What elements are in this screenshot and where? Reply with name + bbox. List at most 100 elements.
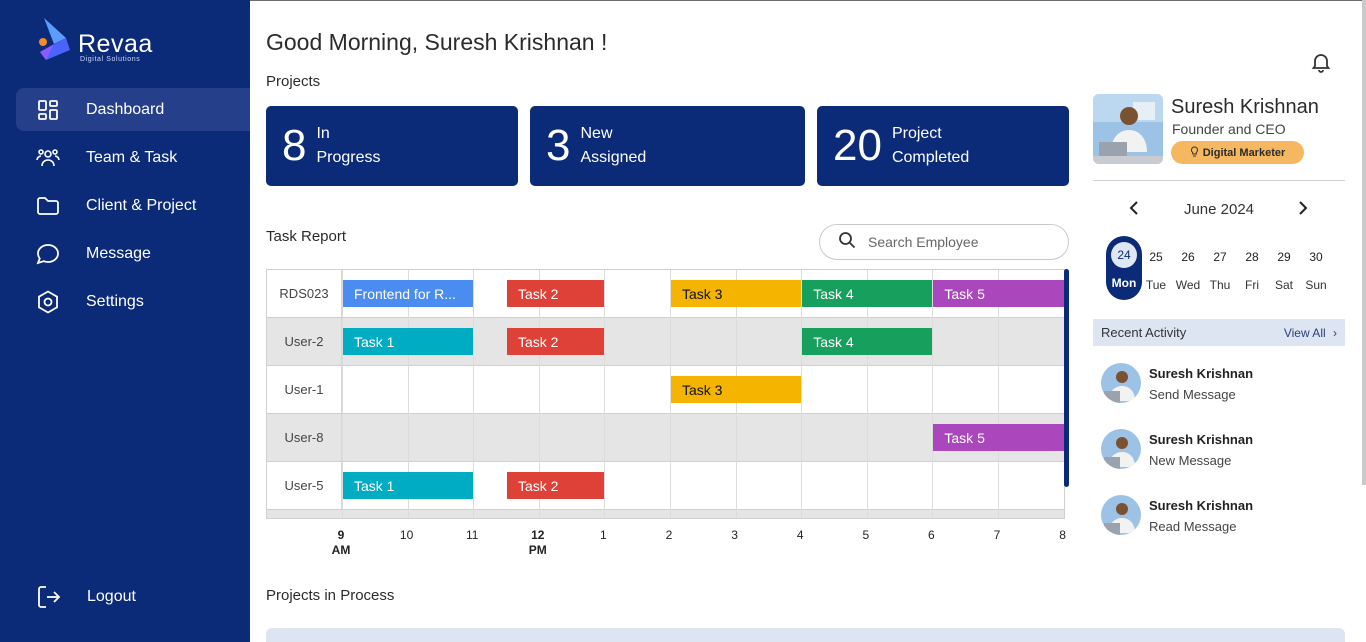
time-tick-meridiem: AM (331, 543, 351, 557)
search-input[interactable] (868, 234, 1058, 250)
task-bar[interactable]: Task 2 (507, 328, 605, 355)
calendar-day[interactable]: 27 Thu (1202, 236, 1238, 300)
time-tick-hour: 7 (993, 528, 1001, 542)
activity-user-name: Suresh Krishnan (1149, 498, 1254, 513)
task-bar[interactable]: Task 1 (343, 328, 474, 355)
team-icon (36, 146, 60, 170)
task-bar[interactable]: Task 5 (933, 424, 1064, 451)
task-bar[interactable]: Task 3 (671, 280, 802, 307)
gear-icon (36, 289, 60, 314)
task-bar[interactable]: Task 2 (507, 472, 605, 499)
sidebar-item-label: Message (86, 244, 151, 262)
stat-card-project-completed[interactable]: 20 Project Completed (817, 106, 1069, 186)
profile-divider (1093, 180, 1345, 181)
message-icon (36, 242, 60, 266)
view-all-link[interactable]: View All › (1284, 326, 1337, 340)
calendar-date: 30 (1309, 250, 1323, 264)
stat-label: Project Completed (892, 122, 969, 170)
time-tick-hour: 9 (337, 528, 345, 542)
stat-value: 3 (546, 121, 571, 170)
stat-card-in-progress[interactable]: 8 In Progress (266, 106, 518, 186)
activity-item[interactable]: Suresh Krishnan Send Message (1101, 363, 1341, 407)
sidebar-item-label: Team & Task (86, 148, 178, 166)
dashboard-app: Revaa Digital Solutions Dashboard Team &… (0, 0, 1366, 642)
profile-name: Suresh Krishnan (1171, 96, 1319, 118)
calendar-weekday: Mon (1111, 276, 1137, 290)
task-gantt-chart: RDS023 User-2 User-1 User-8 User-5 Frontend f… (266, 269, 1065, 519)
stat-label-line2: Assigned (580, 149, 647, 166)
stat-value: 8 (282, 121, 307, 170)
top-border (250, 0, 1366, 1)
projects-in-process-title: Projects in Process (266, 587, 395, 604)
view-all-label: View All (1283, 325, 1326, 340)
brand-logo[interactable]: Revaa Digital Solutions (36, 16, 176, 66)
stat-label: New Assigned (580, 122, 646, 170)
calendar-day[interactable]: 24 Mon (1106, 236, 1142, 300)
task-bar[interactable]: Task 2 (507, 280, 605, 307)
notification-bell-icon[interactable] (1309, 50, 1333, 74)
chevron-left-icon[interactable] (1124, 198, 1144, 218)
time-tick-label: 8 (1048, 528, 1078, 543)
stat-label-line1: Project (891, 125, 942, 142)
time-tick-hour: 10 (399, 528, 414, 542)
time-tick-hour: 4 (796, 528, 804, 542)
time-tick-label: 2 (654, 528, 684, 543)
avatar (1101, 363, 1141, 403)
avatar (1101, 495, 1141, 535)
chevron-right-icon[interactable] (1293, 198, 1313, 218)
sidebar-item-client-project[interactable]: Client & Project (16, 184, 250, 227)
gantt-scrollbar[interactable] (1064, 269, 1069, 487)
sidebar-item-settings[interactable]: Settings (16, 280, 250, 323)
task-bar[interactable]: Task 3 (671, 376, 802, 403)
time-tick-label: 4 (785, 528, 815, 543)
time-tick-hour: 5 (862, 528, 870, 542)
stat-card-new-assigned[interactable]: 3 New Assigned (530, 106, 805, 186)
gantt-row-label: User-2 (267, 318, 342, 365)
activity-item[interactable]: Suresh Krishnan New Message (1101, 429, 1341, 473)
calendar-day[interactable]: 26 Wed (1170, 236, 1206, 300)
sidebar-item-dashboard[interactable]: Dashboard (16, 88, 250, 131)
task-bar[interactable]: Task 1 (343, 472, 474, 499)
calendar-day[interactable]: 25 Tue (1138, 236, 1174, 300)
time-tick-hour: 6 (928, 528, 935, 542)
sidebar-item-message[interactable]: Message (16, 232, 250, 275)
revaa-logo-icon (39, 18, 70, 60)
gantt-gridline (998, 270, 999, 518)
gantt-gridline (604, 270, 606, 518)
time-tick-hour: 2 (665, 528, 673, 542)
calendar-day[interactable]: 28 Fri (1234, 236, 1270, 300)
time-tick-label: 6 (916, 528, 946, 543)
gantt-gridline (866, 270, 868, 518)
search-employee[interactable] (819, 224, 1069, 260)
logout-button[interactable]: Logout (36, 584, 136, 610)
time-tick-hour: 11 (465, 528, 479, 542)
calendar-weekday: Fri (1245, 278, 1259, 292)
profile-photo[interactable] (1093, 94, 1163, 164)
activity-action: Send Message (1149, 387, 1236, 402)
task-bar[interactable]: Task 4 (802, 280, 933, 307)
sidebar-item-team-task[interactable]: Team & Task (16, 136, 250, 179)
logout-icon (36, 584, 62, 610)
chevron-right-icon: › (1333, 325, 1337, 340)
sidebar-item-label: Client & Project (86, 196, 197, 214)
task-bar[interactable]: Frontend for R... (343, 280, 474, 307)
activity-item[interactable]: Suresh Krishnan Read Message (1101, 495, 1341, 539)
gantt-gridline (932, 270, 934, 518)
activity-user-name: Suresh Krishnan (1149, 432, 1254, 447)
time-tick-hour: 8 (1059, 528, 1066, 542)
task-report-title: Task Report (266, 228, 347, 245)
time-tick-label: 11 (457, 528, 487, 543)
calendar-day[interactable]: 29 Sat (1266, 236, 1302, 300)
calendar-weekday: Wed (1175, 278, 1201, 292)
calendar-day[interactable]: 30 Sun (1298, 236, 1334, 300)
gantt-row-label: User-5 (267, 462, 342, 509)
task-bar[interactable]: Task 5 (933, 280, 1064, 307)
calendar-weekday: Sun (1305, 278, 1327, 292)
task-bar[interactable]: Task 4 (802, 328, 933, 355)
folder-icon (36, 194, 60, 218)
time-tick-hour: 1 (600, 528, 607, 542)
role-badge: Digital Marketer (1171, 141, 1304, 164)
avatar (1101, 429, 1141, 469)
page-scrollbar[interactable] (1362, 0, 1366, 485)
calendar-weekday: Tue (1145, 278, 1167, 292)
